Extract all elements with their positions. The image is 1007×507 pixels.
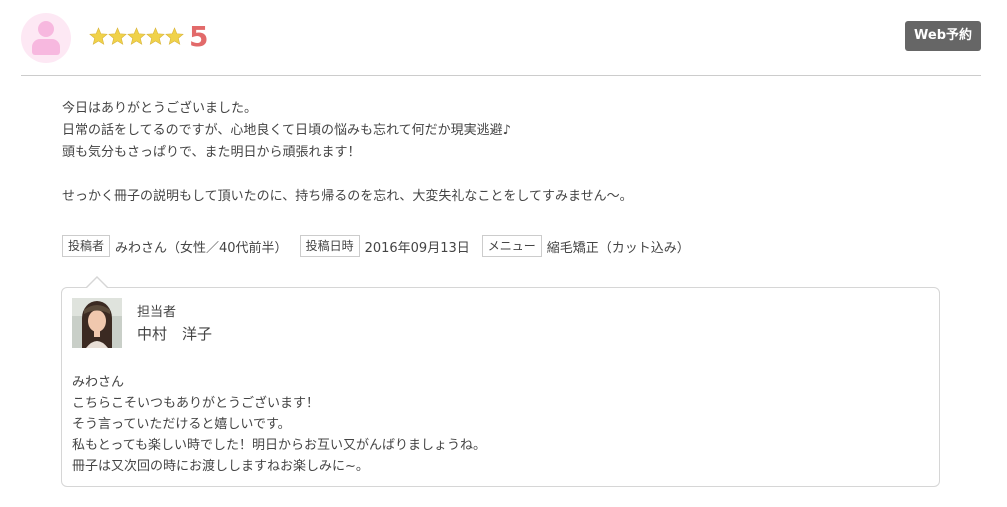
star-rating-icon bbox=[89, 27, 184, 45]
star-icon bbox=[165, 27, 184, 45]
reply-line: みわさん bbox=[72, 375, 125, 390]
poster-tag: 投稿者 bbox=[62, 235, 111, 257]
avatar-head bbox=[38, 21, 54, 37]
star-icon bbox=[108, 27, 127, 45]
reply-line: 私もとっても楽しい時でした！明日からお互い又がんばりましょうね。 bbox=[72, 438, 487, 453]
reply-text: みわさん こちらこそいつもありがとうございます！ そう言っていただけると嬉しいで… bbox=[72, 372, 486, 477]
poster-value: みわさん（女性／40代前半） bbox=[115, 240, 288, 256]
header-divider bbox=[21, 75, 981, 76]
review-line bbox=[62, 164, 942, 186]
rating-stars bbox=[89, 27, 184, 47]
rating-value: 5 bbox=[189, 20, 209, 53]
review-meta: 投稿者 みわさん（女性／40代前半） 投稿日時 2016年09月13日 メニュー… bbox=[62, 235, 702, 257]
web-reservation-button[interactable]: Web予約 bbox=[905, 21, 981, 51]
reviewer-avatar-icon bbox=[21, 13, 71, 63]
star-icon bbox=[89, 27, 108, 45]
reply-pointer-fill bbox=[87, 278, 107, 288]
review-line: 今日はありがとうございました。 bbox=[62, 101, 258, 116]
staff-photo bbox=[72, 298, 122, 348]
staff-reply-box: 担当者 中村 洋子 みわさん こちらこそいつもありがとうございます！ そう言って… bbox=[61, 287, 940, 487]
staff-role-label: 担当者 bbox=[137, 305, 177, 320]
review-line: 頭も気分もさっぱりで、また明日から頑張れます！ bbox=[62, 145, 361, 160]
reply-line: そう言っていただけると嬉しいです。 bbox=[72, 417, 291, 432]
date-value: 2016年09月13日 bbox=[364, 240, 470, 256]
reply-line: こちらこそいつもありがとうございます！ bbox=[72, 396, 320, 411]
reply-line: 冊子は又次回の時にお渡ししますねお楽しみに~。 bbox=[72, 459, 369, 474]
star-icon bbox=[146, 27, 165, 45]
menu-value: 縮毛矯正（カット込み） bbox=[546, 240, 690, 256]
review-line: 日常の話をしてるのですが、心地良くて日頃の悩みも忘れて何だか現実逃避♪ bbox=[62, 123, 511, 138]
star-icon bbox=[127, 27, 146, 45]
review-line: せっかく冊子の説明もして頂いたのに、持ち帰るのを忘れ、大変失礼なことをしてすみま… bbox=[62, 189, 633, 204]
avatar-body bbox=[32, 39, 60, 55]
date-tag: 投稿日時 bbox=[299, 235, 360, 257]
menu-tag: メニュー bbox=[481, 235, 542, 257]
staff-portrait-icon bbox=[72, 298, 122, 348]
review-body: 今日はありがとうございました。 日常の話をしてるのですが、心地良くて日頃の悩みも… bbox=[62, 98, 942, 208]
staff-name: 中村 洋子 bbox=[137, 325, 213, 343]
